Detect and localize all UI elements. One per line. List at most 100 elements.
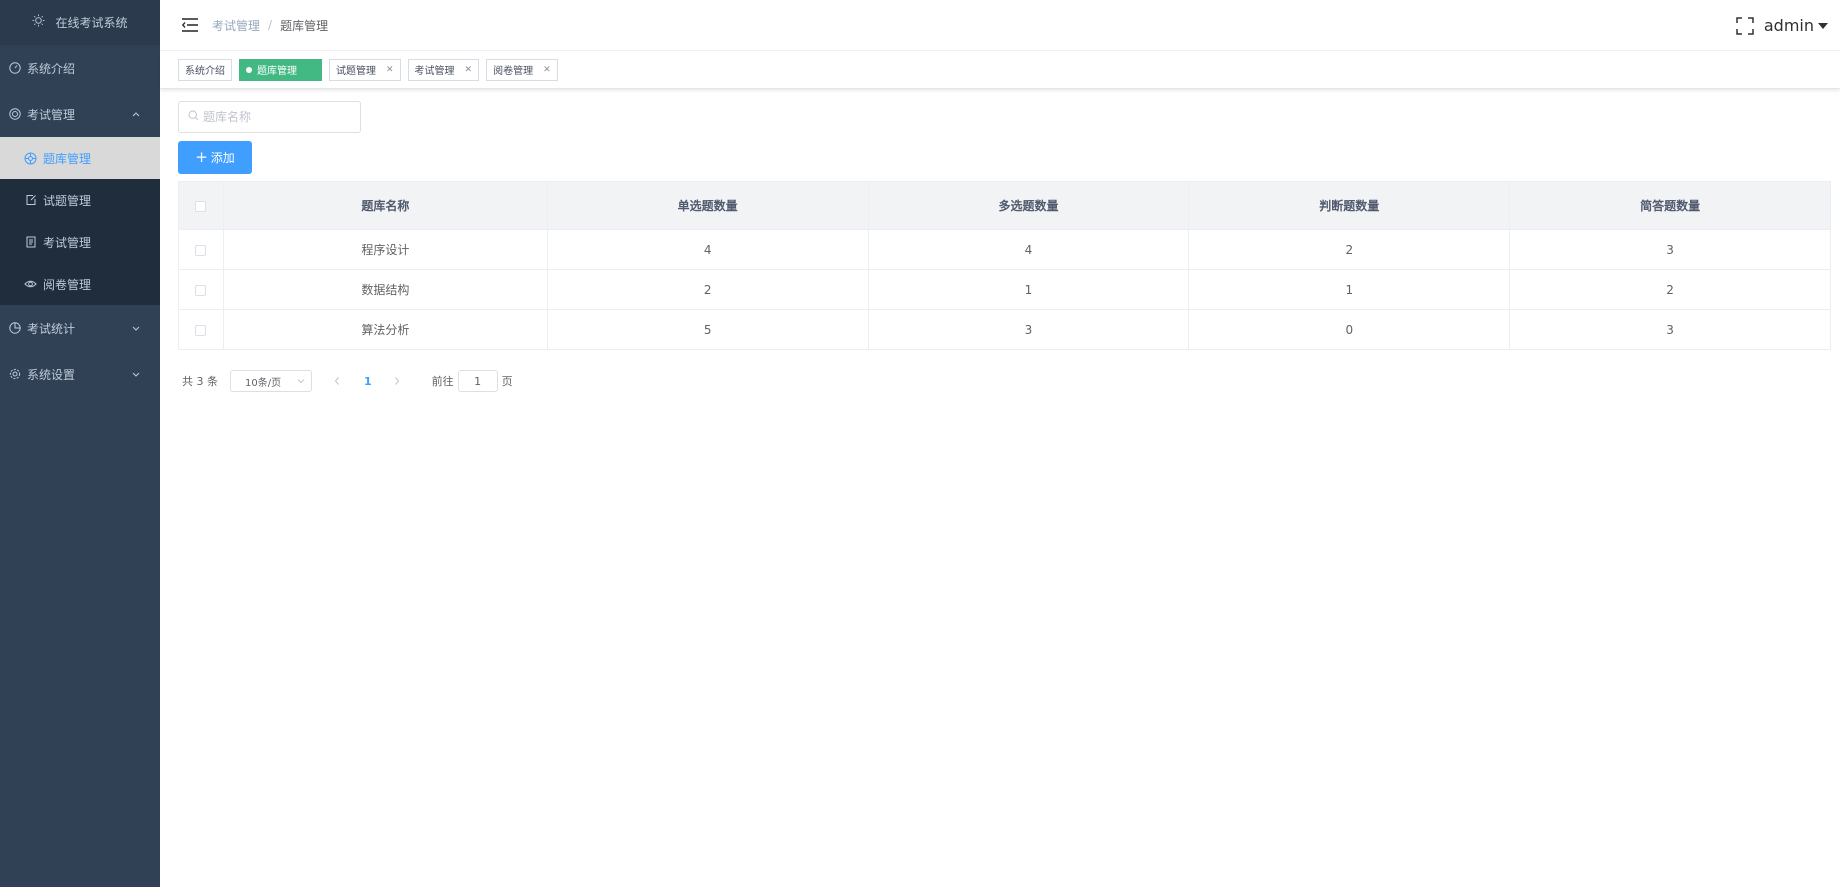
close-icon[interactable]: ✕ [465, 65, 473, 75]
app-logo[interactable]: 在线考试系统 [0, 0, 160, 45]
column-header: 判断题数量 [1188, 181, 1511, 230]
close-icon[interactable]: ✕ [386, 65, 394, 75]
compass-icon [24, 152, 37, 165]
table-cell: 0 [1188, 309, 1511, 350]
table-cell: 程序设计 [222, 229, 548, 270]
sidebar-submenu: 题库管理 试题管理 考试管理 阅卷管理 [0, 137, 160, 305]
column-header: 多选题数量 [867, 181, 1190, 230]
document-icon [24, 236, 37, 249]
sidebar-item-grading[interactable]: 阅卷管理 [0, 263, 160, 305]
gear-icon [8, 368, 21, 381]
select-all-checkbox[interactable] [195, 200, 207, 212]
breadcrumb: 考试管理 / 题库管理 [212, 17, 328, 34]
page-size-select[interactable]: 10条/页 [230, 370, 312, 392]
table-row[interactable]: 算法分析 5 3 0 3 [178, 309, 1831, 350]
tag-question-bank[interactable]: 题库管理 [239, 58, 322, 81]
tags-view: 系统介绍 题库管理 试题管理 ✕ 考试管理 ✕ 阅卷管理 ✕ [160, 51, 1840, 89]
table-cell: 2 [546, 269, 869, 310]
close-icon[interactable]: ✕ [543, 65, 551, 75]
settings-icon [8, 108, 21, 121]
row-checkbox[interactable] [195, 324, 207, 336]
table-cell: 1 [1188, 269, 1511, 310]
caret-down-icon [1818, 22, 1828, 29]
search-input[interactable] [203, 110, 353, 124]
sidebar-item-statistics[interactable]: 考试统计 [0, 305, 160, 351]
tag-label: 阅卷管理 [493, 66, 534, 77]
search-icon [188, 110, 199, 124]
page-jumper: 前往 页 [432, 370, 513, 392]
column-header: 单选题数量 [546, 181, 869, 230]
breadcrumb-item[interactable]: 考试管理 [212, 17, 260, 34]
sidebar: 在线考试系统 系统介绍 考试管理 题库管理 试题管理 考试管理 阅卷管理 考试统… [0, 0, 160, 887]
chevron-down-icon [297, 377, 305, 385]
row-checkbox[interactable] [195, 244, 207, 256]
table-cell: 4 [867, 229, 1190, 270]
sidebar-item-label: 试题管理 [43, 193, 92, 208]
table-row[interactable]: 数据结构 2 1 1 2 [178, 269, 1831, 310]
sidebar-item-exam-admin[interactable]: 考试管理 [0, 221, 160, 263]
goto-label: 前往 [431, 375, 454, 388]
next-page-button[interactable] [392, 376, 402, 386]
goto-suffix: 页 [501, 375, 513, 388]
table-cell: 3 [1509, 229, 1831, 270]
search-box[interactable] [178, 101, 361, 133]
prev-page-button[interactable] [332, 376, 342, 386]
sun-icon [32, 14, 46, 31]
page-size-value: 10条/页 [245, 377, 282, 389]
table-header-row: 题库名称 单选题数量 多选题数量 判断题数量 简答题数量 [178, 181, 1831, 230]
sidebar-item-intro[interactable]: 系统介绍 [0, 45, 160, 91]
sidebar-item-label: 系统介绍 [27, 61, 76, 76]
table-cell: 4 [546, 229, 869, 270]
table-cell: 2 [1188, 229, 1511, 270]
chevron-down-icon [130, 322, 142, 334]
menu-toggle-icon[interactable] [180, 15, 200, 35]
tag-question-management[interactable]: 试题管理 ✕ [329, 58, 401, 81]
column-header: 简答题数量 [1509, 181, 1831, 230]
sidebar-item-label: 阅卷管理 [43, 277, 92, 292]
tag-grading[interactable]: 阅卷管理 ✕ [486, 58, 558, 81]
tag-label: 题库管理 [257, 66, 297, 77]
fullscreen-icon[interactable] [1736, 16, 1754, 35]
add-button-label: 添加 [210, 151, 235, 165]
table-cell: 3 [867, 309, 1190, 350]
sidebar-item-question-bank[interactable]: 题库管理 [0, 137, 160, 179]
sidebar-item-system-settings[interactable]: 系统设置 [0, 351, 160, 397]
tag-label: 试题管理 [336, 66, 376, 77]
sidebar-item-exam-management[interactable]: 考试管理 [0, 91, 160, 137]
info-icon [8, 62, 21, 75]
eye-icon [24, 278, 37, 291]
sidebar-item-question-management[interactable]: 试题管理 [0, 179, 160, 221]
plus-icon: + [195, 148, 208, 166]
navbar: 考试管理 / 题库管理 admin [160, 0, 1840, 51]
table-cell: 3 [1509, 309, 1831, 350]
tag-intro[interactable]: 系统介绍 [178, 58, 232, 81]
pagination-total: 共 3 条 [182, 375, 218, 388]
page-number[interactable]: 1 [364, 375, 372, 388]
username: admin [1763, 16, 1814, 35]
chevron-down-icon [130, 368, 142, 380]
pagination: 共 3 条 10条/页 1 前往 页 [178, 370, 1831, 392]
select-all-cell [178, 181, 224, 230]
user-menu[interactable]: admin [1764, 16, 1828, 35]
chevron-up-icon [130, 108, 142, 120]
question-bank-table: 题库名称 单选题数量 多选题数量 判断题数量 简答题数量 程序设计 4 4 2 … [178, 181, 1831, 350]
active-dot-icon [246, 66, 252, 73]
pie-chart-icon [8, 322, 21, 335]
table-cell: 算法分析 [222, 309, 548, 350]
sidebar-item-label: 系统设置 [27, 367, 76, 382]
tag-exam-management[interactable]: 考试管理 ✕ [407, 58, 480, 81]
goto-page-input[interactable] [457, 370, 498, 392]
row-checkbox[interactable] [195, 284, 207, 296]
tag-label: 考试管理 [414, 66, 455, 77]
table-cell: 数据结构 [222, 269, 548, 310]
table-row[interactable]: 程序设计 4 4 2 3 [178, 229, 1831, 270]
sidebar-item-label: 考试管理 [43, 235, 92, 250]
edit-icon [24, 194, 37, 207]
sidebar-item-label: 题库管理 [43, 151, 92, 166]
main-area: 考试管理 / 题库管理 admin 系统介绍 题库管理 试题管理 ✕ 考试管理 [160, 0, 1840, 887]
breadcrumb-separator: / [268, 18, 273, 32]
add-button[interactable]: + 添加 [178, 141, 252, 174]
content: + 添加 题库名称 单选题数量 多选题数量 判断题数量 简答题数量 [160, 101, 1840, 392]
row-select-cell [178, 269, 224, 310]
table-cell: 1 [867, 269, 1190, 310]
